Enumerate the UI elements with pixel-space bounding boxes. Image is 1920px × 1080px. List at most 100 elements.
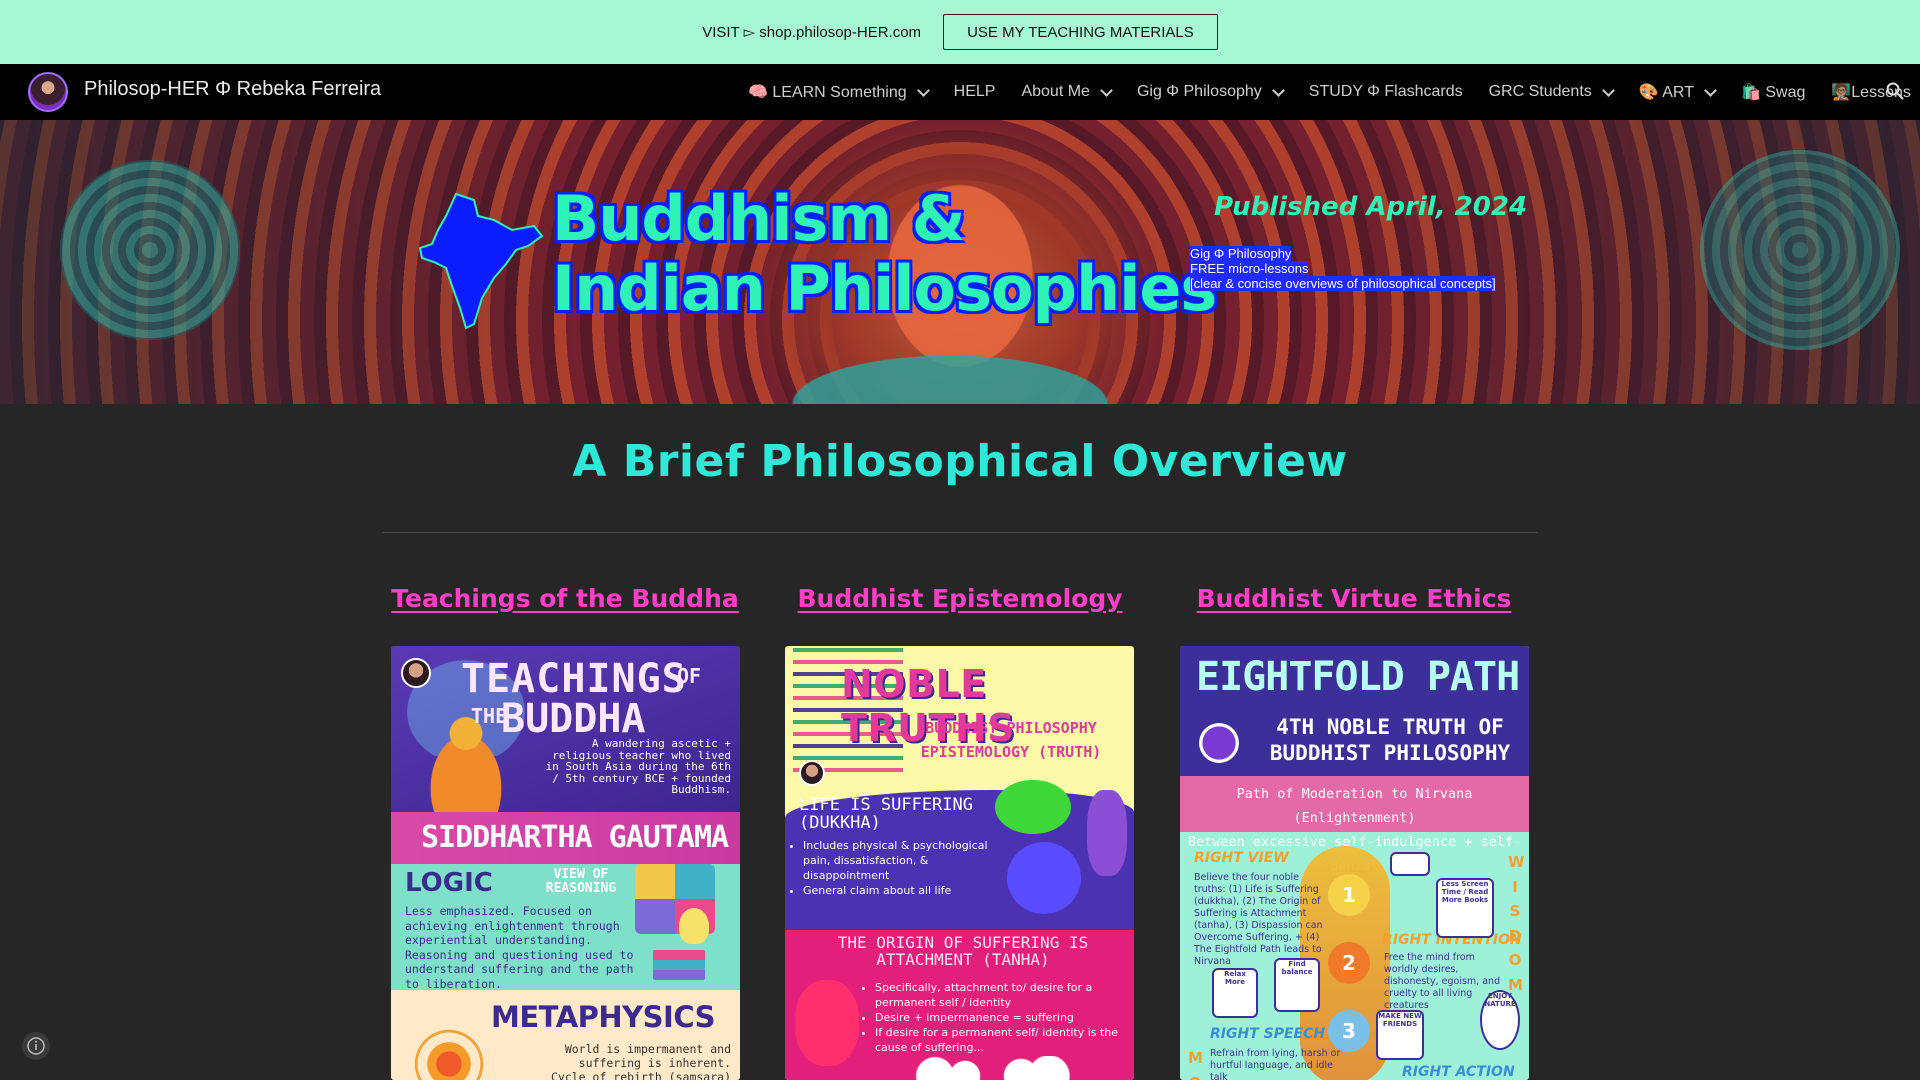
nav-item-learn[interactable]: 🧠 LEARN Something	[748, 82, 930, 102]
eyes-illustration	[885, 1056, 1085, 1080]
hero-title-line1: Buddhism &	[552, 182, 966, 255]
card-subtitle-line1: 4TH NOBLE TRUTH OF	[1276, 715, 1504, 739]
list-item: Desire + impermanence = suffering	[875, 1010, 1125, 1025]
sticker-enjoy-nature: ENJOY NATURE	[1480, 990, 1520, 1050]
list-item: If desire for a permanent self/ identity…	[875, 1025, 1125, 1055]
list-item: Specifically, attachment to/ desire for …	[875, 980, 1125, 1010]
hero-sub-line2: FREE micro-lessons	[1190, 261, 1309, 276]
moderation-line1: Path of Moderation to Nirvana (Enlighten…	[1236, 786, 1473, 826]
right-speech-desc: Refrain from lying, harsh or hurtful lan…	[1210, 1048, 1341, 1080]
link-buddhist-epistemology[interactable]: Buddhist Epistemology	[780, 584, 1140, 613]
hero-decoration	[1700, 150, 1900, 350]
nav-item-flashcards[interactable]: STUDY Φ Flashcards	[1309, 83, 1463, 101]
sticker-read-more-books: Less Screen Time / Read More Books	[1436, 878, 1494, 938]
sticker-find-balance: Find balance	[1274, 958, 1320, 1012]
promo-banner: VISIT ▻ shop.philosop-HER.com USE MY TEA…	[0, 0, 1920, 64]
card-title: EIGHTFOLD PATH	[1196, 654, 1520, 700]
nav-item-label: 🎨 ART	[1638, 84, 1694, 101]
logic-title: LOGIC	[405, 868, 493, 898]
hero-sub-line3: [clear & concise overviews of philosophi…	[1190, 276, 1496, 291]
card-title-of: OF	[677, 664, 702, 688]
promo-text: VISIT ▻ shop.philosop-HER.com	[702, 24, 922, 41]
right-speech-title: RIGHT SPEECH	[1210, 1026, 1326, 1042]
wisdom-vertical-label: W I S D O M	[1508, 853, 1525, 994]
metaphysics-description: World is impermanent and suffering is in…	[550, 1042, 731, 1080]
metaphysics-title: METAPHYSICS	[491, 1000, 716, 1034]
hero-title-line2: Indian Philosophies	[552, 252, 1217, 325]
morality-vertical-label: M O R	[1188, 1049, 1203, 1080]
logic-description: Less emphasized. Focused on achieving en…	[405, 904, 634, 991]
truth-2-heading: THE ORIGIN OF SUFFERING IS ATTACHMENT (T…	[837, 933, 1089, 969]
sticker-glasses	[1390, 852, 1430, 876]
right-action-title: RIGHT ACTION	[1402, 1064, 1515, 1080]
nav-item-label: STUDY Φ Flashcards	[1308, 83, 1463, 100]
card-description: A wandering ascetic + religious teacher …	[545, 737, 731, 796]
link-buddhist-virtue-ethics[interactable]: Buddhist Virtue Ethics	[1174, 584, 1534, 613]
chevron-down-icon[interactable]	[1704, 83, 1717, 97]
nav-item-label: 🛍️ Swag	[1740, 84, 1806, 101]
step-3-badge: 3	[1328, 1010, 1370, 1052]
truth-1-list: Includes physical & psychological pain, …	[803, 838, 1003, 898]
list-item: General claim about all life	[803, 883, 1003, 898]
card-teachings-of-the-buddha[interactable]: TEACHINGS OF THE BUDDHA A wandering asce…	[391, 646, 740, 1080]
author-avatar	[799, 760, 825, 786]
nav-item-swag[interactable]: 🛍️ Swag	[1741, 82, 1805, 102]
nav-item-label: HELP	[953, 83, 996, 100]
chevron-down-icon[interactable]	[1271, 83, 1285, 97]
divider	[382, 532, 1538, 533]
search-icon[interactable]	[1886, 82, 1904, 100]
author-avatar	[401, 658, 431, 688]
red-blob-illustration	[795, 980, 859, 1066]
page-heading: A Brief Philosophical Overview	[572, 436, 1348, 487]
hero-subtitle: Gig Φ Philosophy FREE micro-lessons [cle…	[1190, 246, 1496, 291]
nav-item-art[interactable]: 🎨 ART	[1638, 82, 1717, 102]
purple-blob-illustration	[1087, 790, 1127, 876]
lightbulb-icon	[679, 908, 709, 944]
truth-1-heading: LIFE IS SUFFERING (DUKKHA)	[799, 795, 973, 833]
nav-item-label: GRC Students	[1488, 83, 1592, 100]
card-subtitle: 4TH NOBLE TRUTH OF BUDDHIST PHILOSOPHY	[1260, 714, 1520, 766]
india-map-icon	[418, 192, 544, 330]
card-subtitle: BUDDHIST PHILOSOPHY EPISTEMOLOGY (TRUTH)	[901, 716, 1121, 764]
chevron-down-icon[interactable]	[1100, 83, 1113, 97]
nav-item-label: About Me	[1021, 83, 1090, 100]
step-2-badge: 2	[1328, 942, 1370, 984]
sticker-make-new-friends: MAKE NEW FRIENDS	[1376, 1010, 1424, 1060]
nav-item-label: Gig Φ Philosophy	[1136, 83, 1262, 100]
hero-decoration	[60, 160, 240, 340]
philosopher-logo	[1190, 714, 1248, 772]
chevron-down-icon[interactable]	[916, 83, 930, 97]
card-title-buddha: BUDDHA	[501, 696, 646, 742]
card-noble-truths[interactable]: NOBLE TRUTHS BUDDHIST PHILOSOPHY EPISTEM…	[785, 646, 1134, 1080]
books-icon	[653, 950, 705, 980]
nav-item-help[interactable]: HELP	[954, 83, 996, 101]
buddha-robe-image	[680, 320, 1220, 404]
nav-menu: 🧠 LEARN Something HELP About Me Gig Φ Ph…	[748, 64, 1920, 120]
card-subtitle-line2: EPISTEMOLOGY (TRUTH)	[920, 743, 1102, 761]
right-view-desc: Believe the four noble truths: (1) Life …	[1194, 872, 1323, 967]
logic-subtitle: VIEW OF REASONING	[545, 867, 617, 896]
green-face-illustration	[995, 780, 1071, 834]
nav-item-about[interactable]: About Me	[1021, 83, 1113, 101]
crying-face-illustration	[1007, 842, 1081, 914]
nav-item-label: 🧠 LEARN Something	[748, 84, 907, 101]
teaching-materials-button[interactable]: USE MY TEACHING MATERIALS	[943, 14, 1218, 50]
published-date: Published April, 2024	[1214, 192, 1528, 222]
band-title: SIDDHARTHA GAUTAMA	[421, 820, 729, 855]
right-view-title: RIGHT VIEW	[1194, 850, 1289, 866]
card-subtitle-line1: BUDDHIST PHILOSOPHY	[925, 719, 1097, 737]
step-1-badge: 1	[1328, 874, 1370, 916]
site-logo-avatar[interactable]	[28, 72, 68, 112]
info-icon[interactable]	[22, 1032, 50, 1060]
site-title[interactable]: Philosop-HER Φ Rebeka Ferreira	[84, 78, 381, 101]
hero-sub-line1: Gig Φ Philosophy	[1190, 246, 1292, 261]
card-eightfold-path[interactable]: EIGHTFOLD PATH 4TH NOBLE TRUTH OF BUDDHI…	[1180, 646, 1529, 1080]
truth-2-list: Specifically, attachment to/ desire for …	[875, 980, 1125, 1055]
nav-item-grc-students[interactable]: GRC Students	[1488, 83, 1615, 101]
chevron-down-icon[interactable]	[1601, 83, 1615, 97]
nav-item-gig-philosophy[interactable]: Gig Φ Philosophy	[1136, 83, 1285, 101]
card-subtitle-line2: BUDDHIST PHILOSOPHY	[1269, 741, 1511, 765]
hero-title: Buddhism & Indian Philosophies	[552, 182, 1217, 325]
top-nav: Philosop-HER Φ Rebeka Ferreira 🧠 LEARN S…	[0, 64, 1920, 120]
link-teachings-of-the-buddha[interactable]: Teachings of the Buddha	[385, 584, 745, 613]
